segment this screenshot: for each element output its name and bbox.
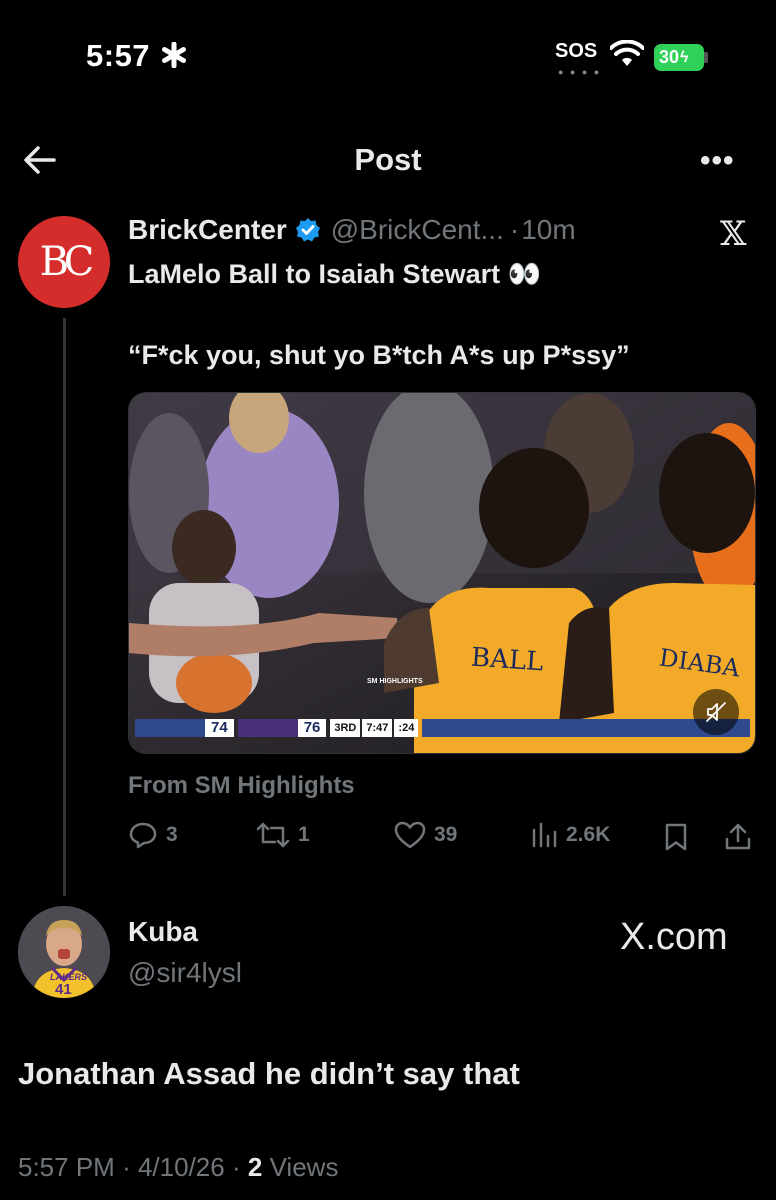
signal-dots-icon: ● ● ● ● xyxy=(558,67,602,77)
reply-metadata: 5:57 PM · 4/10/26 · 2 Views xyxy=(18,1152,338,1183)
scoreboard-bar: 74 76 3RD 7:47 :24 xyxy=(135,717,750,739)
carrier-sos: SOS xyxy=(555,40,598,62)
like-count: 39 xyxy=(434,823,458,846)
tweet-video[interactable]: BALL DIABA SM HIGHLIGHTS 74 76 3RD 7:47 … xyxy=(128,392,756,754)
avatar-logo-text: BC xyxy=(39,239,95,285)
mute-toggle[interactable] xyxy=(693,689,739,735)
wifi-icon xyxy=(610,40,644,66)
game-clock: 7:47 xyxy=(362,719,393,737)
author-name[interactable]: BrickCenter xyxy=(128,214,287,246)
xcom-watermark: X.com xyxy=(620,916,728,958)
tweet-author-row: BrickCenter @BrickCent... · 10m xyxy=(128,214,576,246)
dot-separator: · xyxy=(509,214,520,245)
repost-button[interactable]: 1 xyxy=(256,820,310,850)
video-frame-illustration xyxy=(129,393,755,753)
reply-author-name[interactable]: Kuba xyxy=(128,916,198,948)
thread-connector-line xyxy=(63,318,66,896)
battery-indicator: 30 ϟ xyxy=(654,44,704,71)
speaker-muted-icon xyxy=(706,702,726,722)
home-team-logo xyxy=(135,719,205,737)
reply-text: Jonathan Assad he didn’t say that xyxy=(18,1056,520,1091)
verified-badge-icon xyxy=(295,218,320,242)
reply-button[interactable]: 3 xyxy=(128,820,178,850)
reply-icon xyxy=(129,822,157,849)
reply-views-count[interactable]: 2 xyxy=(248,1152,262,1182)
brickcenter-avatar[interactable]: BC xyxy=(18,216,110,308)
meta-separator-1: · xyxy=(122,1152,131,1182)
more-options-icon[interactable]: ••• xyxy=(700,144,735,178)
media-source[interactable]: From SM Highlights xyxy=(128,772,355,800)
game-quarter: 3RD xyxy=(330,719,361,737)
status-bar: 5:57 SOS ● ● ● ● 30 ϟ xyxy=(0,0,776,110)
page-title: Post xyxy=(354,142,422,177)
analytics-icon xyxy=(532,822,557,848)
reply-time: 5:57 PM xyxy=(18,1152,115,1182)
reply-count: 3 xyxy=(166,823,178,846)
video-watermark: SM HIGHLIGHTS xyxy=(367,678,423,685)
reply-author-handle[interactable]: @sir4lysl xyxy=(128,957,242,989)
asterisk-icon xyxy=(162,41,187,69)
x-logo-icon: 𝕏 xyxy=(720,214,747,254)
kuba-avatar[interactable]: LAKERS 41 xyxy=(18,906,110,998)
battery-level: 30 xyxy=(659,47,680,67)
jersey-name-ball: BALL xyxy=(470,642,545,678)
shot-clock: :24 xyxy=(394,719,419,737)
status-time: 5:57 xyxy=(86,38,187,74)
clock-text: 5:57 xyxy=(86,38,151,73)
repost-icon xyxy=(256,822,290,848)
bookmark-icon[interactable] xyxy=(663,822,689,852)
away-team-logo xyxy=(237,719,298,737)
tweet-time: 10m xyxy=(521,214,576,245)
charging-icon: ϟ xyxy=(680,48,689,66)
reply-date: 4/10/26 xyxy=(137,1152,225,1182)
home-score: 74 xyxy=(205,719,234,737)
post-header: Post ••• xyxy=(0,130,776,190)
heart-icon xyxy=(394,821,426,849)
repost-count: 1 xyxy=(298,823,310,846)
share-icon[interactable] xyxy=(724,822,752,852)
away-score: 76 xyxy=(297,719,327,737)
tweet-actions: 3 1 39 2.6K xyxy=(128,820,756,856)
meta-separator-2: · xyxy=(231,1152,241,1182)
reply-views-label[interactable]: Views xyxy=(270,1152,339,1182)
battery-tip xyxy=(704,52,708,63)
tweet-quote: “F*ck you, shut yo B*tch A*s up P*ssy” xyxy=(128,340,630,370)
avatar-jersey-number: 41 xyxy=(55,981,72,998)
views-count: 2.6K xyxy=(566,823,611,846)
like-button[interactable]: 39 xyxy=(394,820,457,850)
tweet-text: LaMelo Ball to Isaiah Stewart 👀 xyxy=(128,259,542,289)
views-button[interactable]: 2.6K xyxy=(530,820,610,850)
author-handle[interactable]: @BrickCent... xyxy=(331,214,504,246)
